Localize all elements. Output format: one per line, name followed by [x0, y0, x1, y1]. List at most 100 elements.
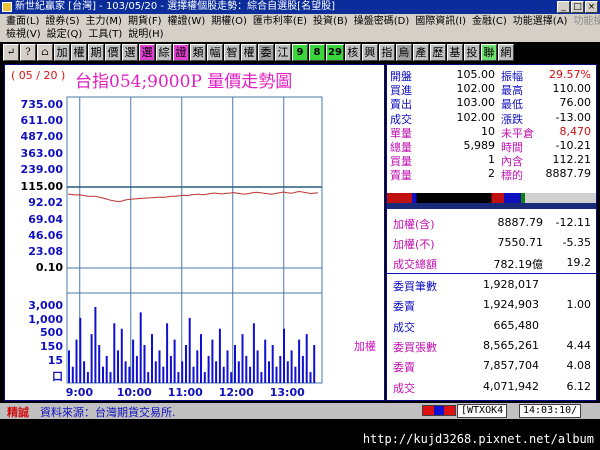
- menu-item[interactable]: 畫面(L): [3, 15, 42, 28]
- toolbar-button[interactable]: 9: [292, 43, 308, 61]
- watermark-url: http://kujd3268.pixnet.net/album: [362, 432, 594, 446]
- toolbar-button[interactable]: 指: [378, 43, 395, 61]
- toolbar-button[interactable]: 基: [446, 43, 463, 61]
- volume-tick-label: 3,000: [28, 299, 63, 312]
- time-tick-label: 12:00: [218, 386, 254, 399]
- toolbar-button[interactable]: 期: [88, 43, 104, 61]
- price-tick-label: 735.00: [20, 98, 63, 111]
- market-value: 7,857,704: [483, 359, 539, 373]
- menu-item[interactable]: 期權(O): [208, 15, 250, 28]
- volume-tick-label: 500: [40, 326, 63, 339]
- toolbar-button[interactable]: 投: [463, 43, 480, 61]
- price-tick-label: 487.00: [20, 130, 63, 143]
- index-value: 7550.71: [497, 236, 544, 249]
- toolbar-button[interactable]: 加: [54, 43, 70, 61]
- menu-item[interactable]: 投資(B): [310, 15, 351, 28]
- clock: 14:03:10/: [519, 404, 582, 418]
- market-label: 成交: [393, 320, 415, 334]
- index-value: 782.19億: [493, 258, 544, 271]
- toolbar-button[interactable]: ⌂: [37, 43, 53, 61]
- menu-item[interactable]: 功能選擇(A): [510, 15, 571, 28]
- toolbar-button[interactable]: 證: [173, 43, 189, 61]
- indicator-segment: [444, 406, 456, 415]
- toolbar-button[interactable]: 興: [361, 43, 378, 61]
- quick-toolbar: ↵? ⌂ 加權期價選選綜證類幅智權委江 9 8 29 核興指烏產歷基投聯網: [0, 42, 600, 62]
- close-button[interactable]: ×: [585, 1, 598, 13]
- price-line: [67, 190, 319, 203]
- market-value: 1,928,017: [483, 278, 539, 291]
- menu-item[interactable]: 檢視(V): [3, 28, 44, 41]
- toolbar-button[interactable]: 價: [105, 43, 121, 61]
- index-change: 19.2: [566, 256, 592, 269]
- market-label: 委買張數: [393, 340, 437, 354]
- toolbar-button[interactable]: 歷: [429, 43, 446, 61]
- toolbar-button[interactable]: 權: [71, 43, 87, 61]
- app-icon: [2, 2, 12, 12]
- chart-side-note: 加權: [354, 340, 376, 353]
- toolbar-button[interactable]: 權: [241, 43, 257, 61]
- menu-bar: 畫面(L) 證券(S) 主力(M) 期貨(F) 權證(W) 期權(O) 匯市利率(E) 投資(…: [0, 14, 600, 42]
- time-tick-label: 10:00: [116, 386, 152, 399]
- market-value: 4,071,942: [483, 379, 539, 393]
- menu-item[interactable]: 金融(C): [469, 15, 510, 28]
- market-value: 665,480: [493, 318, 540, 332]
- toolbar-button[interactable]: 聯: [480, 43, 497, 61]
- price-tick-label: 363.00: [20, 147, 63, 160]
- time-tick-label: 9:00: [65, 386, 94, 399]
- menu-item[interactable]: 主力(M): [83, 15, 125, 28]
- volume-tick-label: 15: [47, 354, 63, 367]
- menu-item[interactable]: 設定(Q): [44, 28, 86, 41]
- toolbar-button[interactable]: 智: [224, 43, 240, 61]
- market-label: 委賣: [393, 361, 415, 375]
- volume-tick-label: 口: [52, 370, 63, 383]
- quote-value: 102.00: [456, 82, 496, 96]
- toolbar-button[interactable]: 類: [190, 43, 206, 61]
- toolbar-button[interactable]: 選: [122, 43, 138, 61]
- menu-item[interactable]: 操盤密碼(D): [351, 15, 413, 28]
- menu-item[interactable]: 權證(W): [165, 15, 209, 28]
- menu-item[interactable]: 證券(S): [42, 15, 82, 28]
- index-change: -5.35: [562, 236, 591, 249]
- index-label: 成交總額: [393, 258, 437, 271]
- menu-row-1: 畫面(L) 證券(S) 主力(M) 期貨(F) 權證(W) 期權(O) 匯市利率(E) 投資(…: [3, 15, 600, 28]
- index-label: 加權(含): [393, 218, 435, 231]
- market-extra: 1.00: [566, 298, 592, 312]
- menu-item[interactable]: 說明(H): [125, 28, 166, 41]
- quote-value: 29.57%: [549, 68, 591, 81]
- menu-item[interactable]: 功能操作(U): [570, 15, 600, 28]
- minimize-button[interactable]: _: [557, 1, 570, 13]
- toolbar-button[interactable]: 產: [412, 43, 429, 61]
- time-tick-label: 11:00: [167, 386, 203, 399]
- quote-value: 1: [488, 153, 495, 167]
- menu-item[interactable]: 匯市利率(E): [250, 15, 310, 28]
- market-label: 委賣: [393, 300, 415, 314]
- index-change: -12.11: [555, 216, 591, 229]
- price-tick-label: 0.10: [35, 261, 63, 274]
- quote-value: 103.00: [456, 96, 496, 110]
- quote-panel: 開盤 105.00 買進 102.00 賣出 103.00 成交 102.00 單量 10 總量 5,…: [386, 64, 597, 401]
- toolbar-button[interactable]: 江: [275, 43, 291, 61]
- title-bar: 新世紀贏家 [台灣] - 103/05/20 - 選擇權個股走勢：綜合自選股[名…: [0, 0, 600, 14]
- menu-item[interactable]: 期貨(F): [125, 15, 165, 28]
- toolbar-button[interactable]: 29: [326, 43, 344, 61]
- toolbar-button[interactable]: 委: [258, 43, 274, 61]
- toolbar-button[interactable]: 核: [344, 43, 361, 61]
- toolbar-button[interactable]: 烏: [395, 43, 412, 61]
- maximize-button[interactable]: □: [571, 1, 584, 13]
- time-tick-label: 13:00: [269, 386, 305, 399]
- menu-item[interactable]: 工具(T): [85, 28, 125, 41]
- market-extra: 4.44: [566, 338, 592, 352]
- toolbar-button[interactable]: 8: [309, 43, 325, 61]
- toolbar-button[interactable]: 綜: [156, 43, 172, 61]
- toolbar-button[interactable]: 網: [497, 43, 514, 61]
- market-label: 委買筆數: [393, 280, 437, 293]
- menu-item[interactable]: 國際資訊(I): [412, 15, 469, 28]
- market-extra: 4.08: [566, 359, 592, 373]
- toolbar-button[interactable]: ↵: [3, 43, 19, 61]
- toolbar-button[interactable]: 幅: [207, 43, 223, 61]
- symbol-code[interactable]: [WTXOK4: [457, 404, 508, 418]
- toolbar-button[interactable]: 選: [139, 43, 155, 61]
- toolbar-button[interactable]: ?: [20, 43, 36, 61]
- quote-value: 105.00: [456, 68, 496, 81]
- quote-value: -13.00: [555, 110, 591, 124]
